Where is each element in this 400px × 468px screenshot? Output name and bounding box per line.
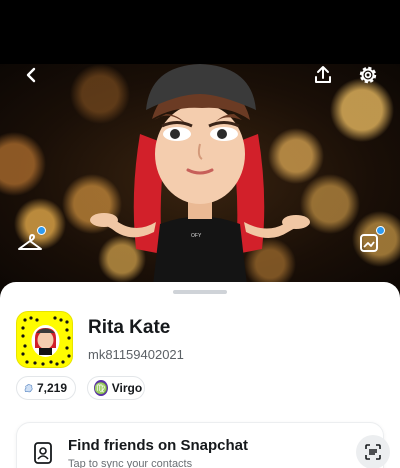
display-name: Rita Kate — [88, 317, 171, 338]
profile-sheet: Rita Kate mk81159402021 7,219 ♍ Virgo Fi… — [0, 282, 400, 468]
contacts-icon — [34, 442, 52, 464]
snap-score-value: 7,219 — [36, 381, 67, 395]
photo-notification-dot — [376, 226, 385, 235]
sheet-grabber[interactable] — [173, 290, 227, 294]
snap-score-chip[interactable]: 7,219 — [16, 376, 76, 400]
find-friends-title: Find friends on Snapchat — [68, 437, 249, 454]
find-friends-card[interactable]: Find friends on Snapchat Tap to sync you… — [16, 422, 390, 468]
settings-button[interactable] — [354, 61, 382, 89]
gear-icon — [359, 66, 377, 84]
svg-text:OFY: OFY — [191, 233, 202, 239]
find-friends-subtitle: Tap to sync your contacts — [68, 458, 193, 468]
photo-icon — [360, 234, 378, 252]
bitmoji-wardrobe-button[interactable] — [16, 226, 46, 256]
username: mk81159402021 — [88, 347, 184, 362]
share-icon — [315, 66, 331, 83]
snapcode-icon — [21, 316, 71, 366]
zodiac-label: Virgo — [111, 381, 143, 395]
wardrobe-notification-dot — [37, 226, 46, 235]
share-button[interactable] — [309, 61, 337, 89]
zodiac-chip[interactable]: ♍ Virgo — [87, 376, 145, 400]
find-friends-scan-button[interactable] — [356, 435, 390, 468]
snapcode[interactable] — [16, 311, 73, 368]
scan-icon — [365, 444, 381, 460]
virgo-icon: ♍ — [94, 380, 108, 396]
chevron-left-icon — [26, 67, 36, 83]
status-bar — [0, 0, 400, 64]
star-cluster-icon — [24, 384, 33, 393]
bitmoji-photo-button[interactable] — [355, 226, 385, 257]
bitmoji-avatar[interactable]: OFY — [70, 64, 330, 294]
back-button[interactable] — [17, 61, 45, 89]
